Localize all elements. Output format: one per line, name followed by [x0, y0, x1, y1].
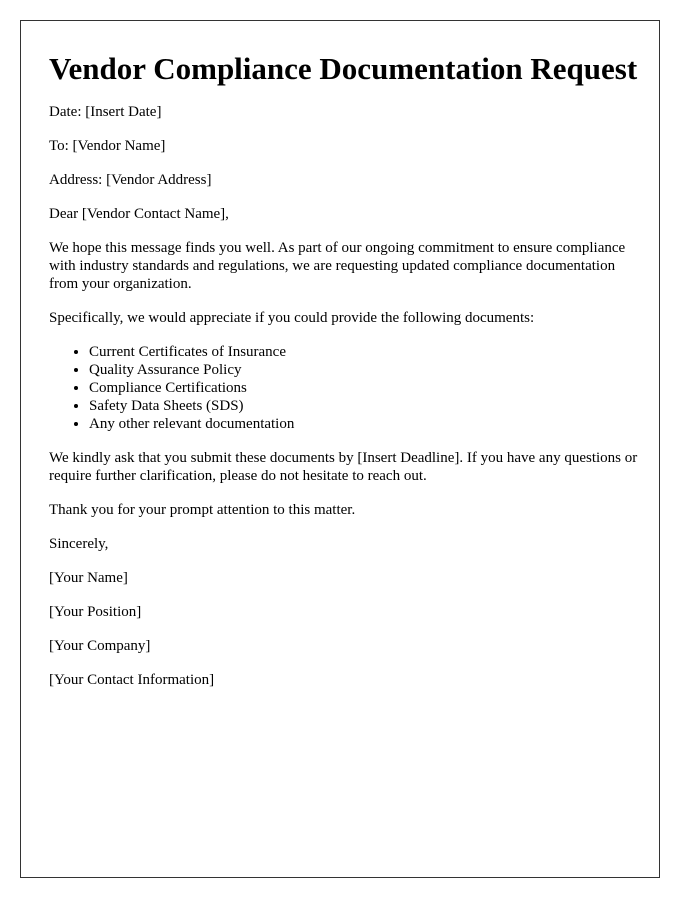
- date-line: Date: [Insert Date]: [49, 104, 162, 120]
- deadline-paragraph: We kindly ask that you submit these docu…: [49, 450, 638, 484]
- documents-list: Current Certificates of Insurance Qualit…: [49, 343, 639, 433]
- letter-content: Vendor Compliance Documentation Request …: [49, 51, 639, 689]
- intro-paragraph: We hope this message finds you well. As …: [49, 240, 626, 292]
- closing: Sincerely,: [49, 536, 109, 552]
- list-item: Safety Data Sheets (SDS): [89, 397, 639, 415]
- signature-name: [Your Name]: [49, 570, 128, 586]
- list-item: Quality Assurance Policy: [89, 361, 639, 379]
- address-line: Address: [Vendor Address]: [49, 172, 212, 188]
- list-item: Compliance Certifications: [89, 379, 639, 397]
- letter-title: Vendor Compliance Documentation Request: [49, 51, 638, 86]
- list-item: Any other relevant documentation: [89, 415, 639, 433]
- to-line: To: [Vendor Name]: [49, 138, 166, 154]
- letter-page: Vendor Compliance Documentation Request …: [20, 20, 660, 878]
- salutation: Dear [Vendor Contact Name],: [49, 206, 229, 222]
- signature-contact: [Your Contact Information]: [49, 672, 215, 688]
- list-item: Current Certificates of Insurance: [89, 343, 639, 361]
- thanks-line: Thank you for your prompt attention to t…: [49, 502, 356, 518]
- signature-company: [Your Company]: [49, 638, 151, 654]
- list-intro: Specifically, we would appreciate if you…: [49, 310, 535, 326]
- signature-position: [Your Position]: [49, 604, 142, 620]
